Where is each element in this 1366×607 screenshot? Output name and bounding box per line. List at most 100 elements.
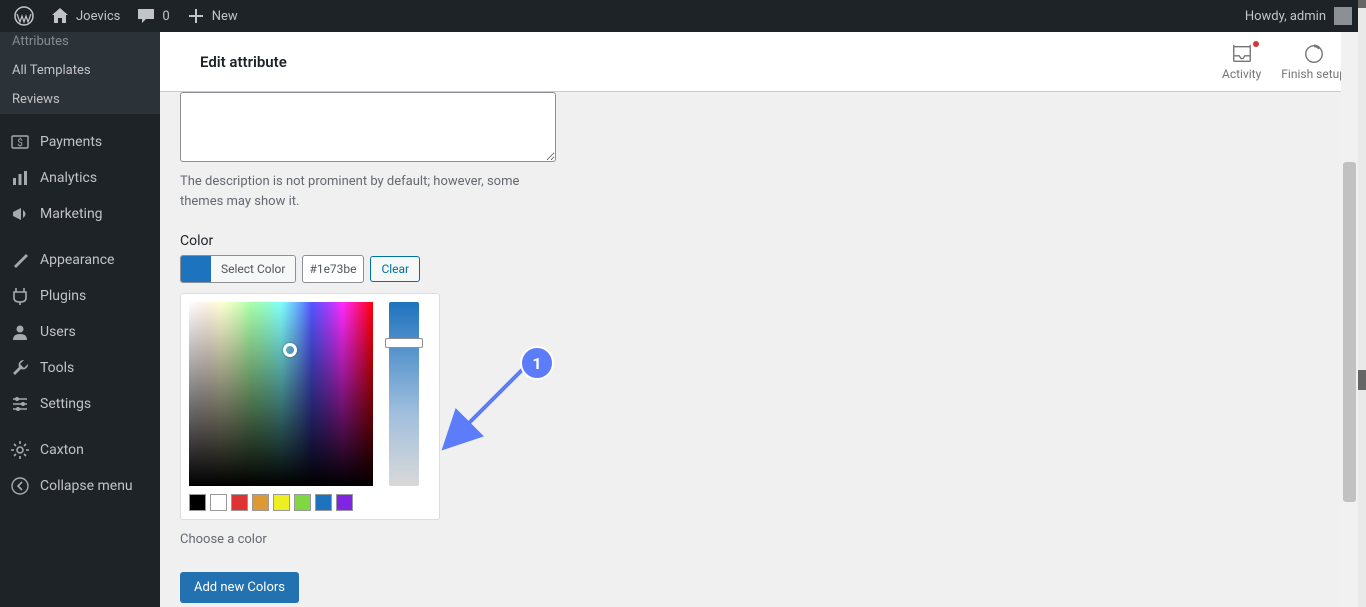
outer-scrollbar[interactable] xyxy=(1358,0,1366,607)
palette-swatch[interactable] xyxy=(336,494,353,511)
sidebar-label: Tools xyxy=(40,360,74,376)
sidebar-caxton[interactable]: Caxton xyxy=(0,432,160,468)
sidebar-settings[interactable]: Settings xyxy=(0,386,160,422)
activity-button[interactable]: Activity xyxy=(1222,43,1261,81)
site-link[interactable]: Joevics xyxy=(42,0,128,32)
plug-icon xyxy=(10,286,30,306)
notification-dot xyxy=(1253,41,1259,47)
sidebar-label: Settings xyxy=(40,396,91,412)
sidebar-sub-attributes[interactable]: Attributes xyxy=(0,32,160,56)
add-new-colors-button[interactable]: Add new Colors xyxy=(180,572,299,603)
wordpress-icon xyxy=(14,6,34,26)
main: Edit attribute Activity Finish setup The… xyxy=(160,32,1366,607)
annotation-badge-1: 1 xyxy=(520,346,554,380)
sidebar-sub-label: Reviews xyxy=(12,92,60,107)
palette-swatches xyxy=(189,494,431,511)
svg-text:$: $ xyxy=(17,136,23,149)
sidebar-submenu: Attributes All Templates Reviews xyxy=(0,32,160,114)
sidebar-users[interactable]: Users xyxy=(0,314,160,350)
sidebar-label: Payments xyxy=(40,134,102,150)
wp-logo[interactable] xyxy=(6,0,42,32)
palette-swatch[interactable] xyxy=(189,494,206,511)
palette-swatch[interactable] xyxy=(315,494,332,511)
content: The description is not prominent by defa… xyxy=(160,92,1366,607)
color-hex-input[interactable] xyxy=(302,255,364,283)
color-picker-panel xyxy=(180,293,440,520)
finish-label: Finish setup xyxy=(1281,67,1346,81)
header-actions: Activity Finish setup xyxy=(1222,43,1346,81)
sidebar-plugins[interactable]: Plugins xyxy=(0,278,160,314)
sidebar-label: Users xyxy=(40,324,76,340)
sidebar-label: Caxton xyxy=(40,442,84,458)
plus-icon xyxy=(186,6,206,26)
page-title: Edit attribute xyxy=(200,53,287,71)
sidebar-tools[interactable]: Tools xyxy=(0,350,160,386)
sidebar-collapse[interactable]: Collapse menu xyxy=(0,468,160,504)
palette-swatch[interactable] xyxy=(294,494,311,511)
outer-scroll-thumb[interactable] xyxy=(1358,370,1366,390)
hue-handle[interactable] xyxy=(385,338,423,348)
activity-label: Activity xyxy=(1222,67,1261,81)
sidebar-sub-label: Attributes xyxy=(12,34,69,49)
howdy-text: Howdy, admin xyxy=(1245,9,1326,24)
brush-icon xyxy=(10,250,30,270)
sv-cursor[interactable] xyxy=(283,343,297,357)
palette-swatch[interactable] xyxy=(252,494,269,511)
site-name: Joevics xyxy=(76,9,120,24)
collapse-icon xyxy=(10,476,30,496)
form: The description is not prominent by defa… xyxy=(180,92,780,603)
avatar xyxy=(1334,7,1352,25)
finish-setup-button[interactable]: Finish setup xyxy=(1281,43,1346,81)
color-field-label: Color xyxy=(180,233,780,249)
description-help: The description is not prominent by defa… xyxy=(180,172,556,211)
admin-bar: Joevics 0 New Howdy, admin xyxy=(0,0,1366,32)
comment-count: 0 xyxy=(162,9,169,24)
palette-swatch[interactable] xyxy=(210,494,227,511)
payments-icon: $ xyxy=(10,132,30,152)
sidebar-label: Marketing xyxy=(40,206,103,222)
users-icon xyxy=(10,322,30,342)
chart-icon xyxy=(10,168,30,188)
progress-icon xyxy=(1303,43,1325,65)
sidebar-label: Appearance xyxy=(40,252,114,268)
sliders-icon xyxy=(10,394,30,414)
color-picker-row: Select Color Clear xyxy=(180,255,780,283)
gear-icon xyxy=(10,440,30,460)
select-color-label: Select Color xyxy=(211,256,295,282)
sidebar-label: Plugins xyxy=(40,288,86,304)
new-label: New xyxy=(212,9,238,24)
wrench-icon xyxy=(10,358,30,378)
new-link[interactable]: New xyxy=(178,0,246,32)
sidebar-analytics[interactable]: Analytics xyxy=(0,160,160,196)
home-icon xyxy=(50,6,70,26)
hue-slider[interactable] xyxy=(389,302,419,486)
admin-sidebar: Attributes All Templates Reviews $ Payme… xyxy=(0,32,160,607)
palette-swatch[interactable] xyxy=(231,494,248,511)
sidebar-appearance[interactable]: Appearance xyxy=(0,242,160,278)
choose-color-help: Choose a color xyxy=(180,530,556,550)
inbox-icon xyxy=(1231,43,1253,65)
description-textarea[interactable] xyxy=(180,92,556,162)
annotation-number: 1 xyxy=(532,354,541,373)
sidebar-payments[interactable]: $ Payments xyxy=(0,124,160,160)
scrollbar-thumb[interactable] xyxy=(1343,162,1356,502)
color-preview xyxy=(181,256,211,282)
sidebar-sub-reviews[interactable]: Reviews xyxy=(0,85,160,114)
saturation-value-area[interactable] xyxy=(189,302,373,486)
admin-bar-right[interactable]: Howdy, admin xyxy=(1245,7,1360,25)
sidebar-marketing[interactable]: Marketing xyxy=(0,196,160,232)
inner-scrollbar[interactable] xyxy=(1341,32,1358,607)
sidebar-label: Collapse menu xyxy=(40,478,133,494)
admin-bar-left: Joevics 0 New xyxy=(6,0,246,32)
sidebar-sub-label: All Templates xyxy=(12,63,91,78)
clear-color-button[interactable]: Clear xyxy=(370,256,420,282)
megaphone-icon xyxy=(10,204,30,224)
scroll-up-arrow[interactable] xyxy=(1358,0,1366,8)
sidebar-sub-templates[interactable]: All Templates xyxy=(0,56,160,85)
comment-icon xyxy=(136,6,156,26)
page-header: Edit attribute Activity Finish setup xyxy=(160,32,1366,92)
select-color-button[interactable]: Select Color xyxy=(180,255,296,283)
comments-link[interactable]: 0 xyxy=(128,0,177,32)
palette-swatch[interactable] xyxy=(273,494,290,511)
sidebar-label: Analytics xyxy=(40,170,97,186)
